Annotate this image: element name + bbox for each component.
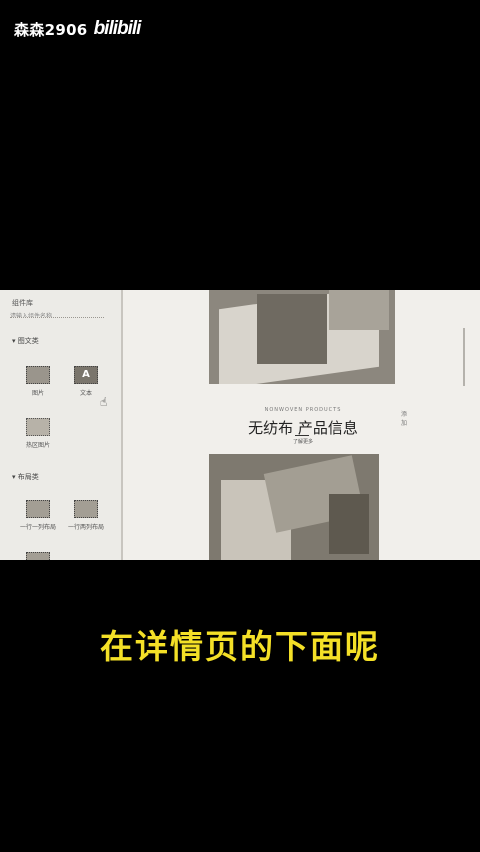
video-caption: 在详情页的下面呢	[100, 627, 380, 666]
one-column-icon	[26, 500, 50, 518]
hotspot-image-icon	[26, 418, 50, 436]
component-search-input[interactable]: 请输入组件名称	[10, 311, 104, 318]
component-hotspot-image[interactable]: 热区图片	[18, 418, 58, 449]
component-three-column[interactable]	[18, 552, 58, 560]
component-text[interactable]: A 文本	[66, 366, 106, 397]
mouse-cursor-icon: ☝	[100, 395, 108, 409]
component-image[interactable]: 图片	[18, 366, 58, 397]
component-label: 图片	[31, 390, 44, 397]
watermark-username: 森森2906	[14, 20, 88, 39]
three-column-icon	[26, 552, 50, 560]
screen-recording: 组件库 请输入组件名称 ▾ 图文类 图片 A 文本 热区图片 ▾ 布局类 一行一…	[0, 290, 480, 560]
component-two-column[interactable]: 一行两列布局	[66, 500, 106, 531]
title-divider	[295, 435, 309, 436]
info-subtitle-en: NONWOVEN PRODUCTS	[264, 407, 342, 413]
section-layout[interactable]: ▾ 布局类	[12, 472, 39, 482]
image-icon	[26, 366, 50, 384]
product-image-bottom[interactable]	[209, 454, 379, 560]
canvas-scrollbar[interactable]	[463, 328, 465, 386]
component-label: 一行一列布局	[19, 524, 56, 531]
product-image-top[interactable]	[209, 290, 395, 384]
side-hint: 添 加	[401, 411, 408, 427]
section-image-text[interactable]: ▾ 图文类	[12, 336, 39, 346]
detail-page-canvas[interactable]: NONWOVEN PRODUCTS 无纺布 产品信息 了解更多 添 加	[123, 290, 480, 560]
component-one-column[interactable]: 一行一列布局	[18, 500, 58, 531]
text-icon: A	[74, 366, 98, 384]
two-column-icon	[74, 500, 98, 518]
component-label: 热区图片	[25, 442, 50, 449]
sidebar-title: 组件库	[12, 299, 33, 307]
product-info-subtitle: 了解更多	[292, 439, 313, 445]
watermark: 森森2906 bilibili	[14, 18, 142, 40]
component-label: 一行两列布局	[67, 524, 104, 531]
bilibili-logo: bilibili	[93, 18, 142, 39]
component-sidebar: 组件库 请输入组件名称 ▾ 图文类 图片 A 文本 热区图片 ▾ 布局类 一行一…	[0, 290, 123, 560]
